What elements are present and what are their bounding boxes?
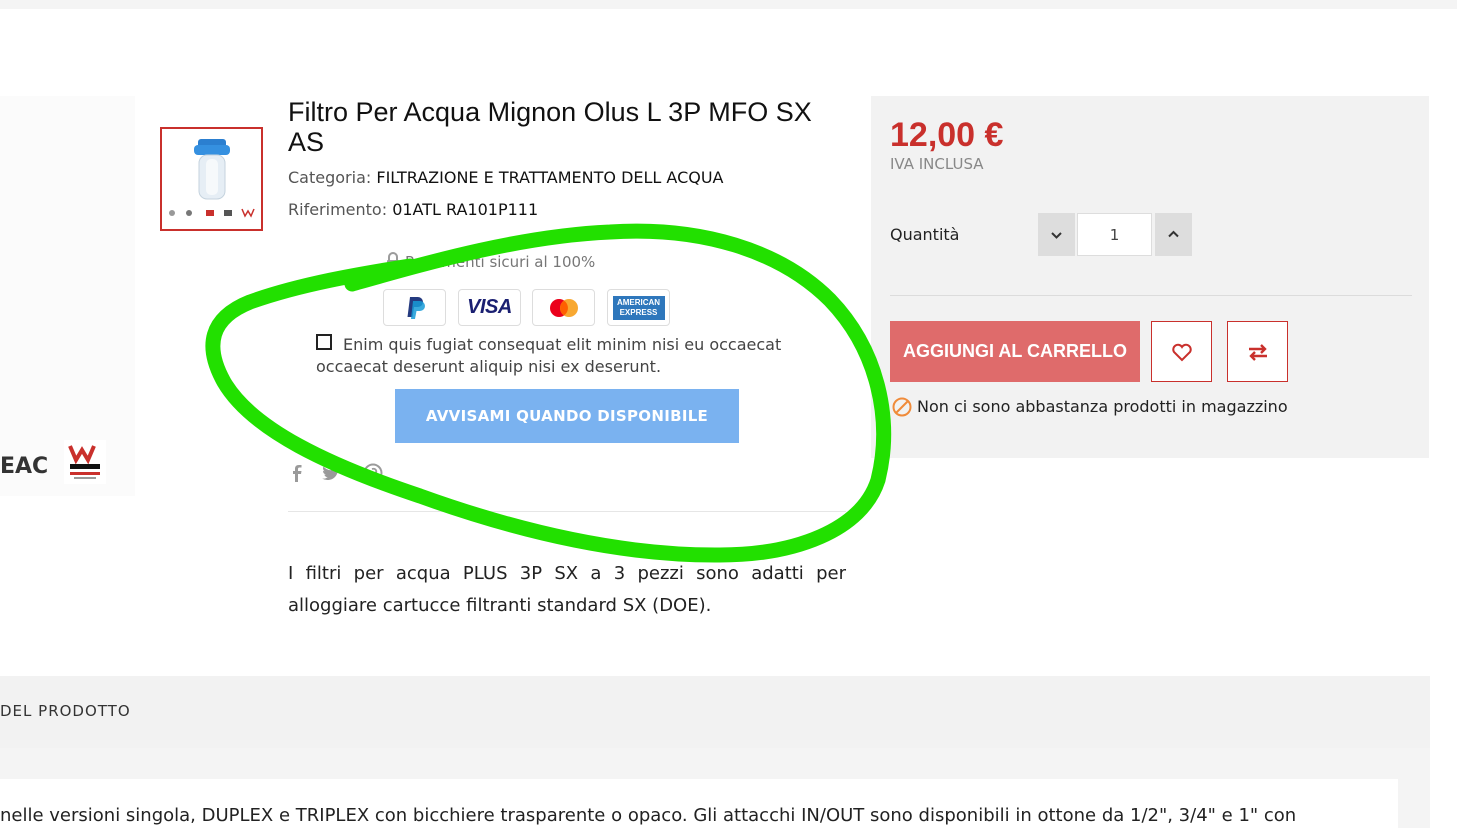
buy-box-divider xyxy=(890,295,1412,296)
watermark-logo xyxy=(64,440,106,484)
notify-when-available-button[interactable]: AVVISAMI QUANDO DISPONIBILE xyxy=(395,389,739,443)
quantity-decrease-button[interactable] xyxy=(1038,213,1075,256)
reference-label: Riferimento: xyxy=(288,200,388,219)
add-to-cart-button[interactable]: AGGIUNGI AL CARRELLO xyxy=(890,321,1140,382)
visa-label: VISA xyxy=(467,296,512,318)
ban-icon xyxy=(892,397,912,417)
pinterest-icon[interactable] xyxy=(363,463,383,483)
category-value[interactable]: FILTRAZIONE E TRATTAMENTO DELL ACQUA xyxy=(376,168,723,187)
twitter-icon[interactable] xyxy=(321,463,341,483)
amex-label: AMERICAN EXPRESS xyxy=(612,295,665,320)
lock-icon xyxy=(387,252,399,270)
top-bar xyxy=(0,0,1457,9)
product-price: 12,00 € xyxy=(890,116,1004,154)
tax-label: IVA INCLUSA xyxy=(890,155,984,173)
mastercard-icon xyxy=(549,298,578,317)
product-title: Filtro Per Acqua Mignon Olus L 3P MFO SX… xyxy=(288,97,812,157)
compare-arrows-icon xyxy=(1248,343,1267,361)
long-description: nelle versioni singola, DUPLEX e TRIPLEX… xyxy=(0,805,1297,826)
quantity-label: Quantità xyxy=(890,225,960,244)
tab-product-details[interactable]: DEL PRODOTTO xyxy=(0,702,131,720)
chevron-up-icon xyxy=(1168,230,1179,238)
certification-mark-text: EAC xyxy=(0,454,49,479)
paypal-icon xyxy=(407,296,425,319)
secure-payments: Pagamenti sicuri al 100% xyxy=(385,252,595,271)
compare-button[interactable] xyxy=(1227,321,1288,382)
product-category: Categoria: FILTRAZIONE E TRATTAMENTO DEL… xyxy=(288,168,724,187)
paypal-card xyxy=(383,289,446,326)
reference-value: 01ATL RA101P111 xyxy=(392,200,539,219)
gdpr-consent-text: Enim quis fugiat consequat elit minim ni… xyxy=(316,335,782,376)
mastercard-card xyxy=(532,289,595,326)
amex-card: AMERICAN EXPRESS xyxy=(607,289,670,326)
wishlist-button[interactable] xyxy=(1151,321,1212,382)
gdpr-consent-checkbox[interactable] xyxy=(316,334,332,350)
quantity-input[interactable] xyxy=(1077,213,1152,256)
stock-warning: Non ci sono abbastanza prodotti in magaz… xyxy=(892,397,1288,417)
quantity-increase-button[interactable] xyxy=(1155,213,1192,256)
info-divider xyxy=(288,511,846,512)
product-tabs-bar xyxy=(0,676,1430,749)
facebook-icon[interactable] xyxy=(287,463,307,483)
chevron-down-icon xyxy=(1051,232,1062,239)
category-label: Categoria: xyxy=(288,168,372,187)
water-filter-image xyxy=(169,139,255,218)
main-product-image[interactable] xyxy=(0,96,135,496)
short-description: I filtri per acqua PLUS 3P SX a 3 pezzi … xyxy=(288,563,846,616)
visa-card: VISA xyxy=(458,289,521,326)
stock-warning-text: Non ci sono abbastanza prodotti in magaz… xyxy=(917,397,1288,416)
product-reference: Riferimento: 01ATL RA101P111 xyxy=(288,200,538,219)
heart-icon xyxy=(1171,343,1192,361)
product-thumbnail[interactable] xyxy=(160,127,263,231)
secure-payments-text: Pagamenti sicuri al 100% xyxy=(405,253,596,271)
